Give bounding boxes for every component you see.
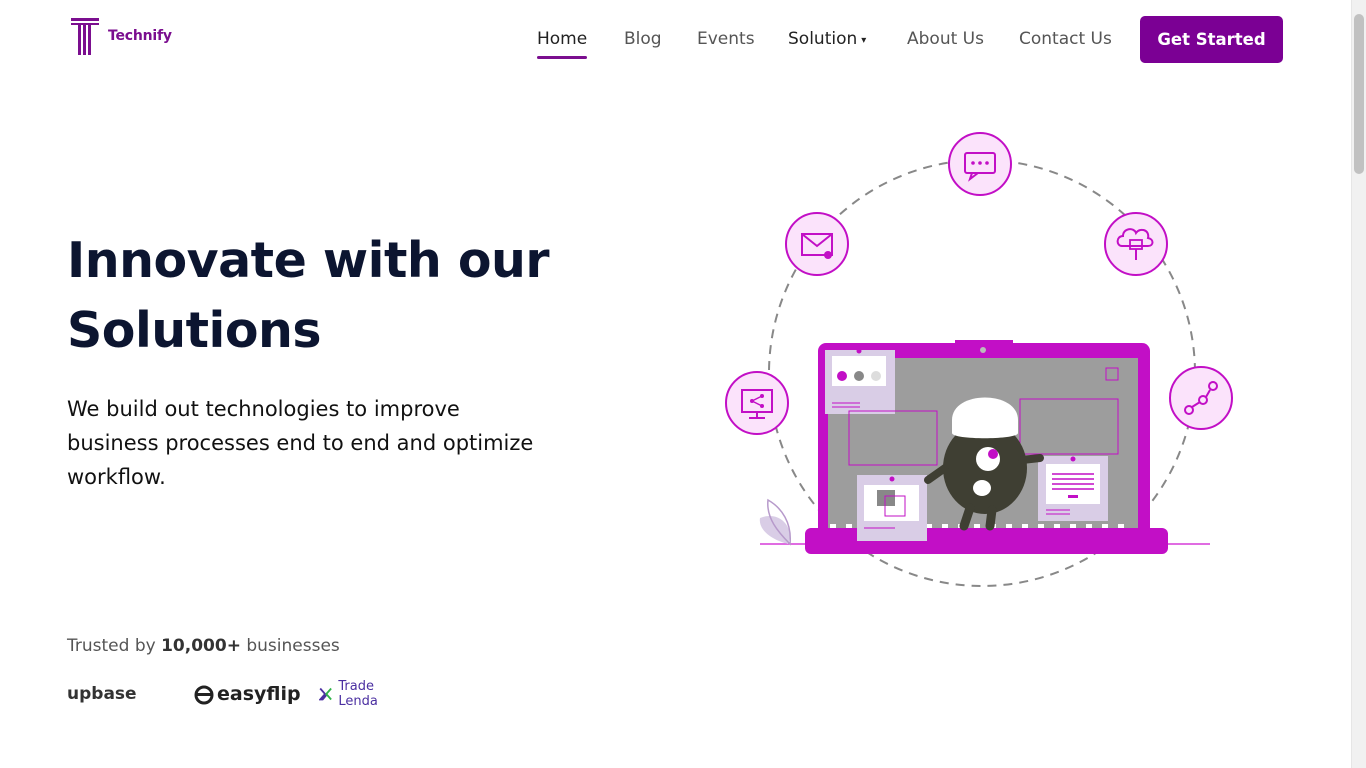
nav-events[interactable]: Events — [697, 28, 755, 50]
trade-lenda-logo-text: Trade Lenda — [338, 679, 378, 709]
technify-logo-icon — [71, 18, 99, 55]
hero-title-line1: Innovate with our — [67, 232, 550, 289]
upbase-logo: upbase — [67, 678, 137, 710]
nav-home[interactable]: Home — [537, 28, 588, 59]
trusted-count: 10,000+ — [161, 636, 241, 656]
leaf-decoration — [759, 498, 791, 546]
easyflip-icon — [194, 685, 214, 705]
vertical-scrollbar[interactable] — [1351, 0, 1366, 768]
scrollbar-thumb[interactable] — [1354, 14, 1364, 174]
easyflip-logo-text: easyflip — [217, 683, 301, 705]
get-started-button[interactable]: Get Started — [1140, 16, 1283, 63]
hero-subtitle: We build out technologies to improve bus… — [67, 397, 534, 489]
trusted-suffix: businesses — [246, 636, 340, 656]
logo-text: Technify — [108, 28, 172, 44]
nav-about-us[interactable]: About Us — [907, 28, 984, 50]
nav-contact-us[interactable]: Contact Us — [1019, 28, 1112, 50]
chevron-down-icon: ▾ — [861, 35, 867, 46]
chat-icon — [948, 132, 1012, 196]
hero-title: Innovate with our Solutions — [67, 226, 627, 366]
upbase-logo-text: upbase — [67, 684, 137, 704]
trusted-by-text: Trusted by 10,000+ businesses — [67, 636, 340, 656]
screen-share-icon — [725, 371, 789, 435]
nav-solution-label: Solution — [788, 29, 858, 49]
site-logo[interactable]: Technify — [70, 16, 172, 56]
mail-icon — [785, 212, 849, 276]
cloud-network-icon — [1104, 212, 1168, 276]
trade-lenda-icon — [319, 687, 332, 701]
hero-illustration — [725, 132, 1233, 587]
nav-solution[interactable]: Solution ▾ — [788, 28, 866, 52]
hero-title-line2: Solutions — [67, 302, 322, 359]
easyflip-logo: easyflip — [193, 678, 301, 710]
page: Technify Home Blog Events Solution ▾ Abou… — [0, 0, 1351, 768]
trade-lenda-logo: Trade Lenda — [319, 678, 386, 710]
workflow-icon — [1169, 366, 1233, 430]
nav-blog[interactable]: Blog — [624, 28, 662, 50]
trusted-prefix: Trusted by — [67, 636, 156, 656]
